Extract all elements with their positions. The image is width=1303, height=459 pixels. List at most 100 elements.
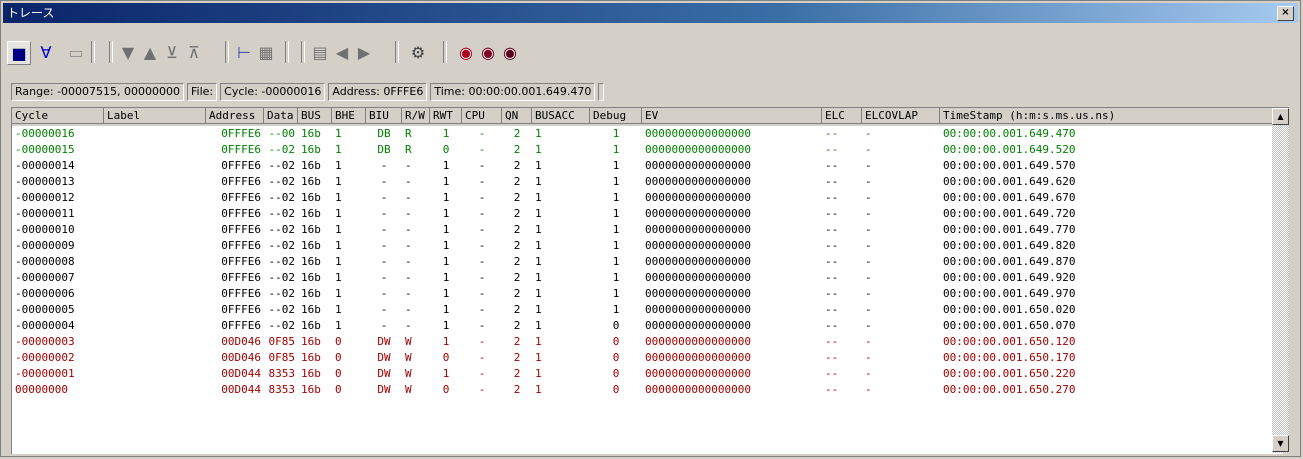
cell-ev: 0000000000000000	[645, 351, 751, 364]
cell-elcovlap: -	[865, 335, 872, 348]
column-header-ev[interactable]: EV	[642, 108, 822, 124]
cell-r-w: -	[405, 271, 412, 284]
cell-rwt: 0	[442, 143, 450, 156]
cell-data: --02	[268, 191, 296, 204]
column-header-data[interactable]: Data	[264, 108, 298, 124]
tree-icon[interactable]: ⊢	[233, 41, 255, 63]
cell-busacc: 1	[535, 143, 542, 156]
cell-ev: 0000000000000000	[645, 143, 751, 156]
cell-elcovlap: -	[865, 223, 872, 236]
cell-cycle: -00000003	[15, 335, 75, 348]
column-header-rwt[interactable]: RWT	[430, 108, 462, 124]
column-header-biu[interactable]: BIU	[366, 108, 402, 124]
table-row[interactable]: -00000008 0FFFE6 --02 16b 1- -1-2 1 1 0000000000…	[12, 254, 1283, 270]
search-prev-icon[interactable]: ◉	[477, 41, 499, 63]
cell-label	[107, 174, 203, 190]
list-icon[interactable]: ▤	[309, 41, 331, 63]
cell-elcovlap: -	[865, 159, 872, 172]
table-row[interactable]: -00000015 0FFFE6 --02 16b 1 DB R 0 - 2 1 1 000000000…	[12, 142, 1283, 158]
cell-debug: 0	[612, 335, 620, 348]
column-header-qn[interactable]: QN	[502, 108, 532, 124]
table-row[interactable]: 00000000 00D044 8353 16b 0 DW W 0-2 1 0 0000000000…	[12, 382, 1283, 398]
table-row[interactable]: -00000013 0FFFE6 --02 16b 1- -1-2 1 1 0000000000…	[12, 174, 1283, 190]
cell-qn: 2	[513, 127, 521, 140]
table-row[interactable]: -00000014 0FFFE6 --02 16b 1- -1-2 1 1 0000000000…	[12, 158, 1283, 174]
column-header-bhe[interactable]: BHE	[332, 108, 366, 124]
cell-cpu: -	[478, 351, 486, 364]
cell-elcovlap: -	[865, 383, 872, 396]
column-header-debug[interactable]: Debug	[590, 108, 642, 124]
cell-data: --02	[268, 207, 296, 220]
scroll-down-icon[interactable]: ▼	[117, 41, 139, 63]
cell-rwt: 1	[442, 207, 450, 220]
table-row[interactable]: -00000012 0FFFE6 --02 16b 1- -1-2 1 1 0000000000…	[12, 190, 1283, 206]
column-header-address[interactable]: Address	[206, 108, 264, 124]
table-row[interactable]: -00000009 0FFFE6 --02 16b 1- -1-2 1 1 0000000000…	[12, 238, 1283, 254]
jump-start-icon[interactable]: ⊼	[183, 41, 205, 63]
status-empty	[598, 83, 605, 101]
columns-icon[interactable]: ▦	[255, 41, 277, 63]
search-icon[interactable]: ◉	[455, 41, 477, 63]
cell-biu: DB	[377, 143, 391, 156]
scroll-up-arrow-icon[interactable]: ▲	[1272, 108, 1289, 125]
cell-bus: 16b	[301, 239, 321, 252]
settings-icon[interactable]: ⚙	[407, 41, 429, 63]
cell-data: --02	[268, 271, 296, 284]
trace-on-icon[interactable]: ■	[7, 41, 31, 65]
jump-end-icon[interactable]: ⊻	[161, 41, 183, 63]
cell-ev: 0000000000000000	[645, 255, 751, 268]
vertical-scrollbar[interactable]: ▲ ▼	[1272, 107, 1289, 453]
toolbar: ■ ∀ ▭ ▼ ▲ ⊻ ⊼ ⊢ ▦ ▤ ◀ ▶ ⚙ ◉ ◉ ◉	[3, 37, 1298, 77]
cell-address: 0FFFE6	[221, 143, 261, 156]
cell-cpu: -	[478, 159, 486, 172]
cell-timestamp-h-m-s-ms-us-ns: 00:00:00.001.649.620	[943, 175, 1076, 188]
cell-bus: 16b	[301, 367, 321, 380]
cell-rwt: 1	[442, 335, 450, 348]
table-row[interactable]: -00000005 0FFFE6 --02 16b 1- -1-2 1 1 0000000000…	[12, 302, 1283, 318]
cell-bhe: 1	[335, 175, 342, 188]
cell-timestamp-h-m-s-ms-us-ns: 00:00:00.001.649.970	[943, 287, 1076, 300]
cell-data: --02	[268, 303, 296, 316]
table-row[interactable]: -00000001 00D044 8353 16b 0 DW W 1-2 1 0 000000000…	[12, 366, 1283, 382]
cell-address: 0FFFE6	[221, 223, 261, 236]
column-header-elcovlap[interactable]: ELCOVLAP	[862, 108, 940, 124]
column-header-busacc[interactable]: BUSACC	[532, 108, 590, 124]
column-header-r-w[interactable]: R/W	[402, 108, 430, 124]
cell-bhe: 1	[335, 319, 342, 332]
table-row[interactable]: -00000010 0FFFE6 --02 16b 1- -1-2 1 1 0000000000…	[12, 222, 1283, 238]
table-row[interactable]: -00000004 0FFFE6 --02 16b 1- -1-2 1 0 0000000000…	[12, 318, 1283, 334]
column-header-label[interactable]: Label	[104, 108, 206, 124]
cell-timestamp-h-m-s-ms-us-ns: 00:00:00.001.649.670	[943, 191, 1076, 204]
cell-ev: 0000000000000000	[645, 239, 751, 252]
cell-biu: -	[380, 191, 388, 204]
scroll-up-icon[interactable]: ▲	[139, 41, 161, 63]
cell-elc: --	[825, 319, 839, 332]
column-header-cycle[interactable]: Cycle	[12, 108, 104, 124]
search-next-icon[interactable]: ◉	[499, 41, 521, 63]
cell-debug: 0	[612, 319, 620, 332]
column-header-timestamp-h-m-s-ms-us-ns[interactable]: TimeStamp (h:m:s.ms.us.ns)	[940, 108, 1283, 124]
cell-label	[107, 126, 203, 142]
copy-icon[interactable]: ▭	[65, 41, 87, 63]
cell-ev: 0000000000000000	[645, 207, 751, 220]
close-icon[interactable]: ×	[1277, 6, 1294, 21]
next-icon[interactable]: ▶	[353, 41, 375, 63]
table-row[interactable]: -00000006 0FFFE6 --02 16b 1- -1-2 1 1 0000000000…	[12, 286, 1283, 302]
table-row[interactable]: -00000002 00D046 0F85 16b 0 DW W 0-2 1 0 000000000…	[12, 350, 1283, 366]
cell-qn: 2	[513, 207, 521, 220]
cell-data: --02	[268, 319, 296, 332]
scroll-down-arrow-icon[interactable]: ▼	[1272, 435, 1289, 452]
prev-icon[interactable]: ◀	[331, 41, 353, 63]
column-header-elc[interactable]: ELC	[822, 108, 862, 124]
column-header-cpu[interactable]: CPU	[462, 108, 502, 124]
title-bar[interactable]: トレース ×	[3, 3, 1298, 23]
cell-timestamp-h-m-s-ms-us-ns: 00:00:00.001.649.720	[943, 207, 1076, 220]
column-header-bus[interactable]: BUS	[298, 108, 332, 124]
table-row[interactable]: -00000003 00D046 0F85 16b 0 DW W 1-2 1 0 000000000…	[12, 334, 1283, 350]
table-row[interactable]: -00000011 0FFFE6 --02 16b 1- -1-2 1 1 0000000000…	[12, 206, 1283, 222]
cell-cycle: -00000005	[15, 303, 75, 316]
trace-table[interactable]: Cycle Label Address Data BUS BHE BIU R/W RWT CPU Q…	[11, 107, 1283, 454]
table-row[interactable]: -00000007 0FFFE6 --02 16b 1- -1-2 1 1 0000000000…	[12, 270, 1283, 286]
table-row[interactable]: -00000016 0FFFE6 --00 16b 1 DB R 1 - 2 1 1 000000000…	[12, 126, 1283, 142]
filter-icon[interactable]: ∀	[35, 41, 57, 63]
